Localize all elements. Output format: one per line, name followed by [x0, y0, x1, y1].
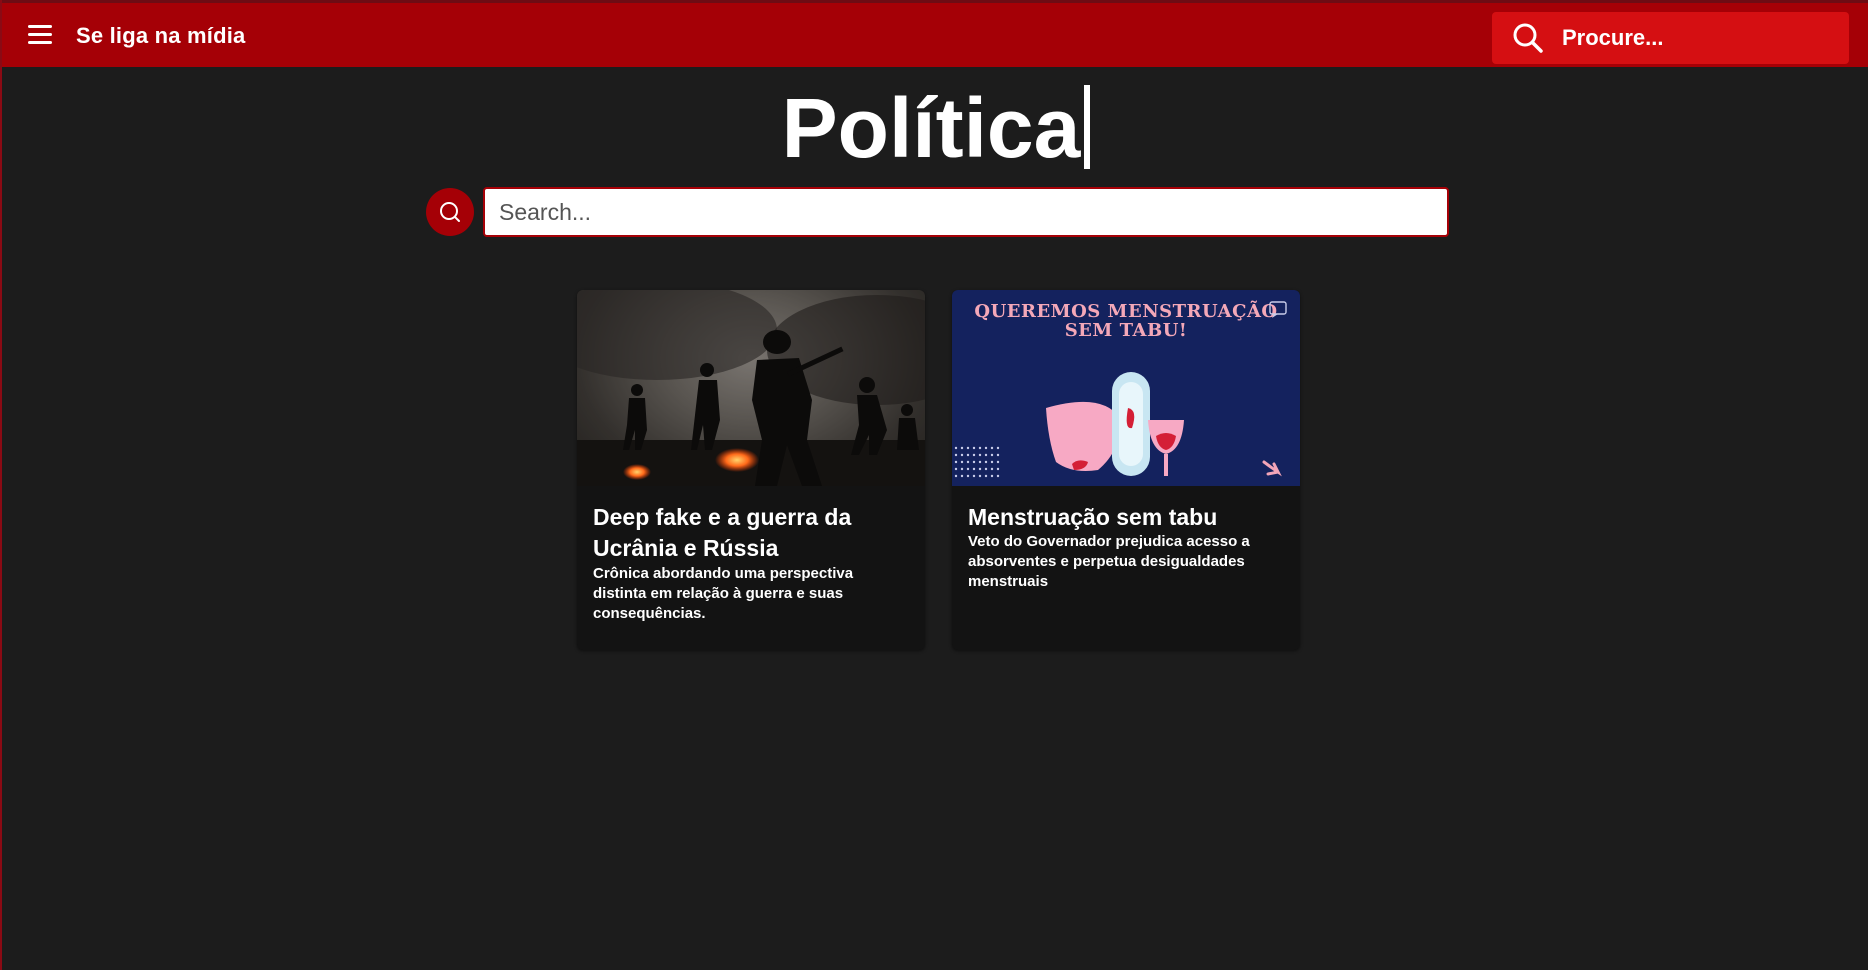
article-card[interactable]: Deep fake e a guerra da Ucrânia e Rússia…	[577, 290, 925, 650]
page-title: Política	[2, 78, 1868, 178]
search-icon[interactable]	[1512, 22, 1544, 54]
header-search[interactable]	[1492, 12, 1849, 64]
war-illustration	[577, 290, 925, 486]
menu-icon[interactable]	[28, 25, 52, 45]
article-card[interactable]: QUEREMOS MENSTRUAÇÃO SEM TABU! Menstruaç…	[952, 290, 1300, 650]
article-thumbnail[interactable]	[577, 290, 925, 486]
article-title[interactable]: Menstruação sem tabu	[968, 502, 1284, 533]
search-input[interactable]	[483, 187, 1449, 237]
text-caret	[1084, 85, 1091, 169]
article-description: Crônica abordando uma perspectiva distin…	[593, 565, 854, 622]
header-search-input[interactable]	[1562, 18, 1832, 58]
menstruation-illustration	[954, 301, 1287, 478]
site-brand[interactable]: Se liga na mídia	[76, 23, 245, 49]
article-description: Veto do Governador prejudica acesso a ab…	[968, 533, 1250, 590]
search-button[interactable]	[426, 188, 474, 236]
page-title-text: Política	[781, 81, 1081, 175]
article-thumbnail[interactable]: QUEREMOS MENSTRUAÇÃO SEM TABU!	[952, 290, 1300, 486]
article-title[interactable]: Deep fake e a guerra da Ucrânia e Rússia	[593, 502, 909, 564]
search-icon	[440, 202, 460, 222]
top-navbar: Se liga na mídia	[2, 0, 1868, 67]
